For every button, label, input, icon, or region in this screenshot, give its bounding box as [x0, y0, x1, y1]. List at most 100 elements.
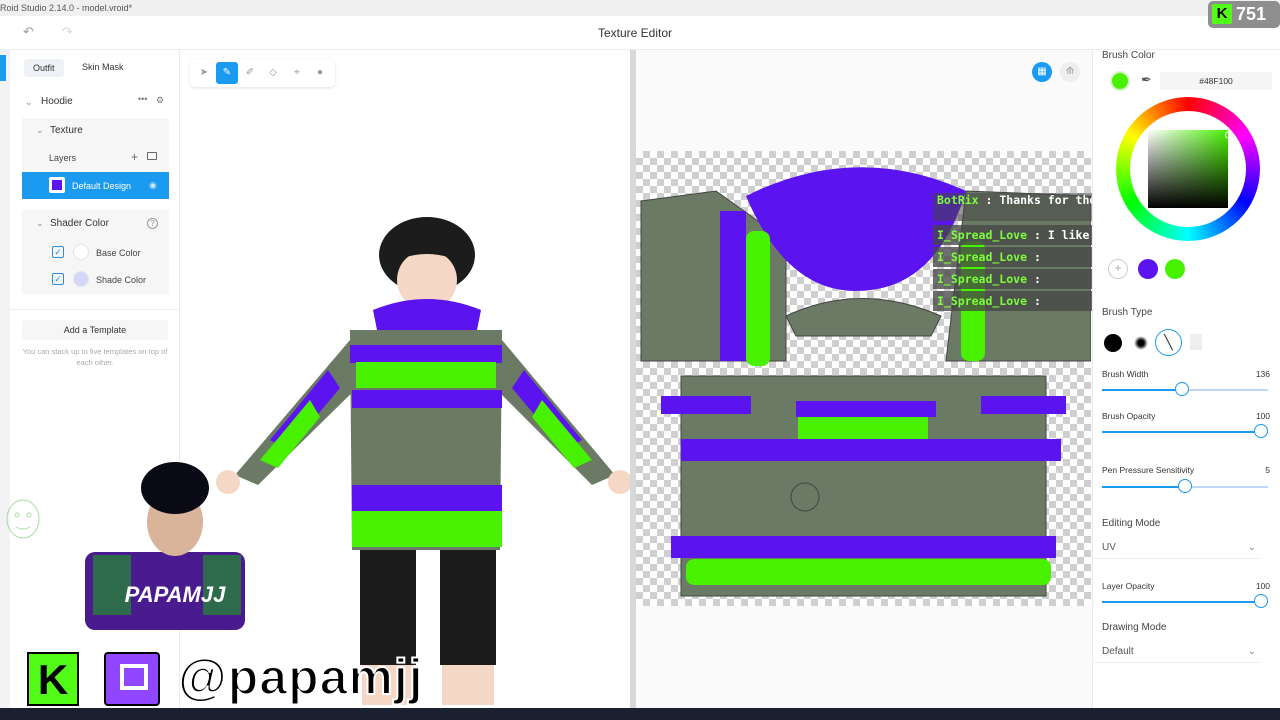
chat-user: I_Spread_Love — [937, 294, 1028, 308]
chevron-down-icon[interactable]: ⌄ — [36, 125, 44, 136]
shade-color-label: Shade Color — [96, 275, 147, 285]
shirt-text: PAPAMJJ — [125, 582, 226, 607]
texture-brush-icon[interactable] — [1190, 334, 1202, 350]
brush-width-slider[interactable] — [1102, 382, 1268, 398]
add-color-icon[interactable]: + — [1108, 259, 1128, 279]
slider-knob[interactable] — [1175, 382, 1189, 396]
slider-knob[interactable] — [1254, 424, 1268, 438]
texture-label: Texture — [50, 125, 83, 136]
tab-skin-mask[interactable]: Skin Mask — [82, 62, 124, 72]
drawing-mode-value: Default — [1102, 646, 1134, 657]
layer-opacity-slider[interactable] — [1102, 594, 1268, 610]
perspective-view-icon[interactable]: ⟰ — [1060, 62, 1080, 82]
redo-icon[interactable]: ↷ — [62, 24, 73, 40]
brush-color-label: Brush Color — [1102, 50, 1155, 61]
window-title: Roid Studio 2.14.0 - model.vroid* — [0, 3, 133, 13]
add-template-button[interactable]: Add a Template — [22, 320, 168, 340]
kick-count: 751 — [1236, 4, 1267, 24]
saturation-square[interactable] — [1148, 130, 1228, 208]
editor-title: Texture Editor — [597, 26, 673, 40]
avatar-model — [216, 217, 632, 705]
slider-knob[interactable] — [1178, 479, 1192, 493]
shader-color-label: Shader Color — [50, 218, 109, 229]
recent-color-green[interactable] — [1165, 259, 1185, 279]
layer-name: Default Design — [72, 181, 132, 191]
eraser-tool-icon[interactable]: ◇ — [262, 62, 284, 84]
more-icon[interactable]: ••• — [138, 94, 147, 104]
slider-fill — [1102, 486, 1185, 488]
recent-color-purple[interactable] — [1138, 259, 1158, 279]
template-hint: You can stack up to five templates on to… — [22, 347, 168, 367]
hex-input[interactable]: #48F100 — [1160, 72, 1272, 90]
undo-icon[interactable]: ↶ — [23, 24, 34, 40]
dropper-tool-icon[interactable]: ● — [309, 62, 331, 84]
pen-tool-icon[interactable]: ✎ — [216, 62, 238, 84]
brush-opacity-slider[interactable] — [1102, 424, 1268, 440]
shade-color-swatch[interactable] — [73, 271, 89, 287]
layers-label: Layers — [49, 153, 77, 163]
twitch-logo-icon — [104, 652, 160, 706]
webcam-overlay: PAPAMJJ — [85, 462, 245, 630]
help-icon[interactable]: ? — [147, 218, 158, 229]
slider-fill — [1102, 601, 1268, 603]
hard-brush-icon[interactable] — [1104, 334, 1122, 352]
tab-outfit[interactable]: Outfit — [24, 59, 64, 77]
chat-separator: : — [985, 193, 993, 207]
editing-mode-label: Editing Mode — [1102, 518, 1161, 529]
side-rail-indicator — [0, 55, 6, 81]
kick-icon: K — [1212, 4, 1232, 24]
base-color-label: Base Color — [96, 248, 141, 258]
face-tracker-icon — [6, 499, 40, 539]
slider-fill — [1102, 389, 1182, 391]
pen-pressure-label: Pen Pressure Sensitivity — [1102, 465, 1195, 475]
base-color-checkbox[interactable]: ✓ — [52, 246, 64, 258]
chat-separator: : — [1033, 250, 1041, 264]
color-picker-knob[interactable] — [1225, 131, 1233, 139]
base-color-swatch[interactable] — [73, 244, 89, 260]
chat-user: I_Spread_Love — [937, 250, 1028, 264]
select-tool-icon[interactable]: ➤ — [193, 62, 215, 84]
soft-brush-icon[interactable] — [1134, 336, 1148, 350]
slider-knob[interactable] — [1254, 594, 1268, 608]
kick-logo-icon: K — [27, 652, 79, 706]
kick-follower-badge: K 751 — [1208, 1, 1280, 28]
drawing-mode-label: Drawing Mode — [1102, 622, 1167, 633]
streamer-handle: @papamjj — [177, 648, 424, 706]
divider — [10, 309, 180, 310]
chevron-down-icon: ⌄ — [1247, 542, 1256, 553]
drawing-mode-select[interactable]: Default ⌄ — [1092, 641, 1260, 663]
brush-width-value[interactable]: 136 — [1230, 369, 1270, 379]
os-taskbar — [0, 708, 1280, 720]
chat-user: I_Spread_Love — [937, 228, 1028, 242]
window-title-bar: Roid Studio 2.14.0 - model.vroid* — [0, 0, 1280, 16]
chat-separator: : — [1033, 272, 1041, 286]
brush-opacity-label: Brush Opacity — [1102, 411, 1156, 421]
settings-sliders-icon[interactable]: ⚙ — [156, 95, 164, 106]
chat-user: I_Spread_Love — [937, 272, 1028, 286]
slider-fill — [1102, 431, 1268, 433]
editing-mode-select[interactable]: UV ⌄ — [1092, 537, 1260, 559]
chat-separator: : — [1033, 294, 1041, 308]
grid-view-icon[interactable]: ▦ — [1032, 62, 1052, 82]
editing-mode-value: UV — [1102, 542, 1116, 553]
eyedropper-icon[interactable]: ✒ — [1141, 72, 1152, 88]
tool-palette: ➤ ✎ ✐ ◇ ⌖ ● — [190, 59, 335, 87]
image-import-icon[interactable] — [147, 152, 157, 160]
brush-tool-icon[interactable]: ✐ — [239, 62, 261, 84]
brush-opacity-value[interactable]: 100 — [1230, 411, 1270, 421]
brush-type-label: Brush Type — [1102, 307, 1153, 318]
layer-opacity-value[interactable]: 100 — [1230, 581, 1270, 591]
chevron-down-icon: ⌄ — [1247, 646, 1256, 657]
chevron-down-icon[interactable]: ⌄ — [25, 97, 33, 108]
chevron-down-icon[interactable]: ⌄ — [36, 218, 44, 229]
fill-tool-icon[interactable]: ⌖ — [286, 62, 308, 84]
pen-pressure-slider[interactable] — [1102, 479, 1268, 495]
pen-pressure-value[interactable]: 5 — [1230, 465, 1270, 475]
eye-icon[interactable]: ◉ — [149, 180, 157, 191]
section-title: Hoodie — [41, 96, 73, 107]
pen-brush-icon[interactable]: ╲ — [1155, 329, 1182, 356]
texture-row — [22, 118, 169, 144]
shade-color-checkbox[interactable]: ✓ — [52, 273, 64, 285]
current-color-swatch[interactable] — [1110, 71, 1130, 91]
add-layer-icon[interactable]: + — [131, 150, 138, 164]
